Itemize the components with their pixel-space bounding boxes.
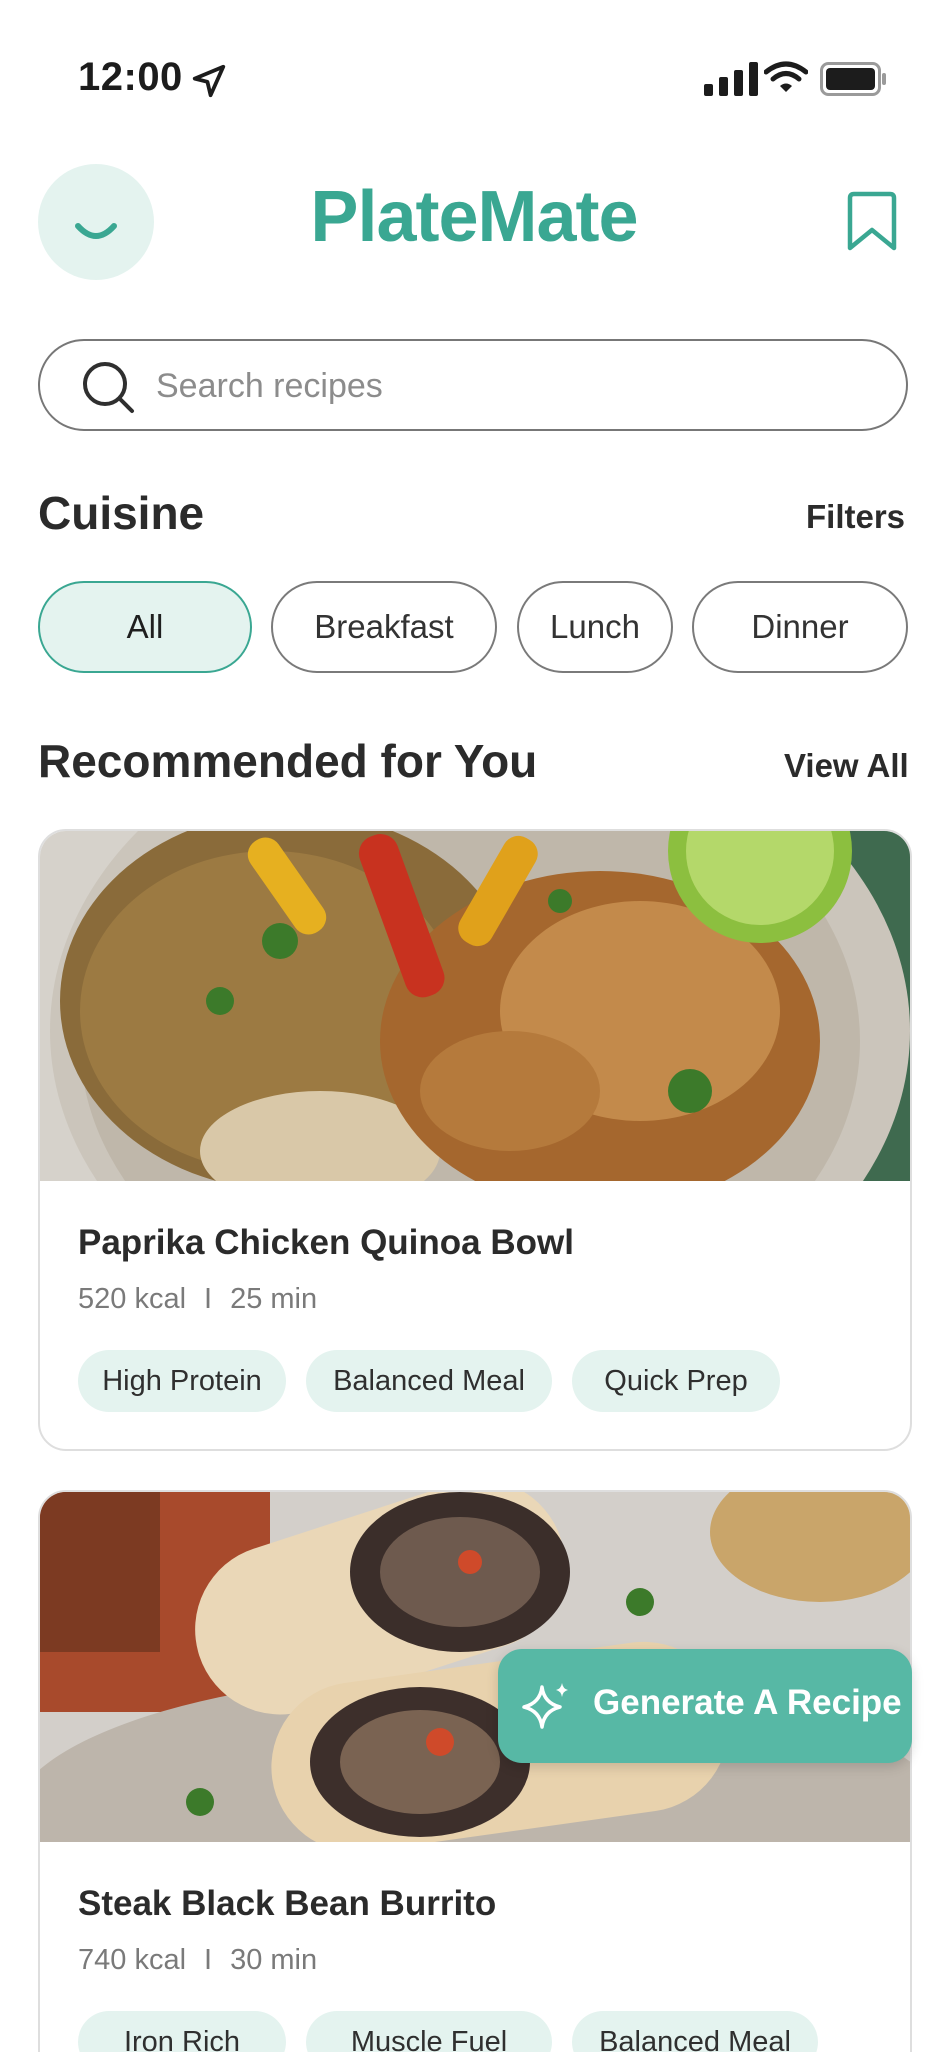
recipe-meta: 740 kcal I 30 min xyxy=(78,1944,317,1977)
search-icon xyxy=(83,362,134,413)
recipe-title: Paprika Chicken Quinoa Bowl xyxy=(78,1223,574,1262)
recipe-time: 25 min xyxy=(230,1283,318,1315)
recipe-tag: Muscle Fuel xyxy=(306,2011,552,2052)
battery-icon xyxy=(820,62,886,96)
generate-recipe-label: Generate A Recipe xyxy=(593,1683,902,1722)
recipe-kcal: 740 kcal xyxy=(78,1944,187,1976)
filters-button[interactable]: Filters xyxy=(806,498,905,536)
recipe-title: Steak Black Bean Burrito xyxy=(78,1884,497,1923)
recipe-meta: 520 kcal I 25 min xyxy=(78,1283,317,1316)
recommended-heading: Recommended for You xyxy=(38,735,538,787)
recipe-tag: Iron Rich xyxy=(78,2011,286,2052)
chip-breakfast[interactable]: Breakfast xyxy=(271,581,497,673)
search-input[interactable] xyxy=(156,359,856,413)
recipe-tag: High Protein xyxy=(78,1350,286,1412)
location-arrow-icon xyxy=(192,64,226,98)
meta-separator: I xyxy=(204,1283,213,1315)
recipe-tag: Balanced Meal xyxy=(572,2011,818,2052)
generate-recipe-button[interactable]: Generate A Recipe xyxy=(498,1649,912,1763)
recipe-tag: Balanced Meal xyxy=(306,1350,552,1412)
view-all-link[interactable]: View All xyxy=(784,747,909,785)
wifi-icon xyxy=(764,61,808,92)
status-time: 12:00 xyxy=(78,55,183,99)
cuisine-heading: Cuisine xyxy=(38,487,205,539)
search-bar[interactable] xyxy=(38,339,908,431)
recipe-tag: Quick Prep xyxy=(572,1350,780,1412)
sparkle-icon xyxy=(522,1683,568,1729)
recipe-card[interactable]: Steak Black Bean Burrito 740 kcal I 30 min… xyxy=(38,1490,912,2052)
signal-icon xyxy=(704,62,758,96)
chip-all[interactable]: All xyxy=(38,581,252,673)
chip-lunch[interactable]: Lunch xyxy=(517,581,673,673)
app-title: PlateMate xyxy=(310,177,638,257)
recipe-kcal: 520 kcal xyxy=(78,1283,187,1315)
recipe-image-quinoa-bowl xyxy=(40,831,910,1181)
chip-dinner[interactable]: Dinner xyxy=(692,581,908,673)
meta-separator: I xyxy=(204,1944,213,1976)
recipe-card[interactable]: Paprika Chicken Quinoa Bowl 520 kcal I 25 … xyxy=(38,829,912,1451)
bookmark-icon[interactable] xyxy=(842,190,902,254)
status-bar: 12:00 xyxy=(0,0,948,160)
recipe-time: 30 min xyxy=(230,1944,318,1976)
